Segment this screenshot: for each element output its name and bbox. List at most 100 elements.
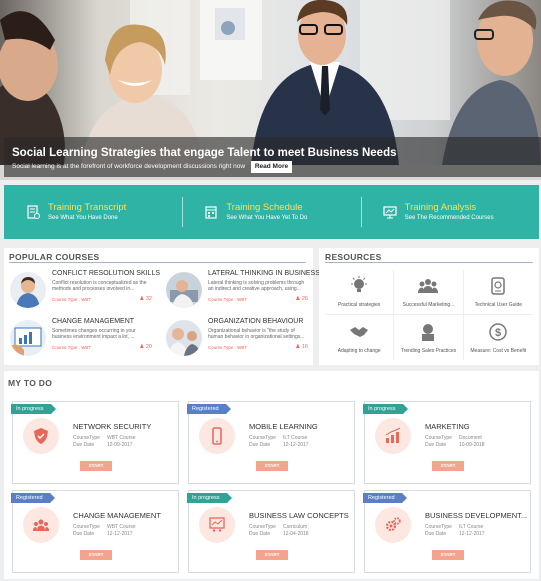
resource-item[interactable]: $ Measure: Cost vs Benefit: [464, 315, 533, 360]
due-date-label: Due Date: [73, 442, 95, 448]
status-badge: Registered: [187, 404, 231, 414]
due-date-value: 12-04-2018: [283, 531, 309, 537]
start-button[interactable]: START: [256, 550, 288, 560]
card-icon-circle: [23, 418, 59, 454]
training-transcript-link[interactable]: Training Transcript See What You Have Do…: [4, 185, 182, 239]
course-description: Lateral thinking is solving problems thr…: [208, 280, 305, 292]
start-button[interactable]: START: [80, 550, 112, 560]
due-date-value: 12-12-2017: [107, 531, 133, 537]
resource-item[interactable]: Trending Sales Practices: [394, 315, 464, 360]
resource-label: Technical User Guide: [474, 302, 523, 308]
resources-panel: RESOURCES Practical strategies Successfu…: [319, 248, 539, 365]
presenter-icon: [422, 323, 435, 341]
card-icon-circle: [375, 418, 411, 454]
status-badge: Registered: [11, 493, 55, 503]
due-date-value: 10-09-2018: [459, 442, 485, 448]
course-name: ORGANIZATION BEHAVIOUR: [208, 318, 304, 325]
enrollment-count: ♟ 32: [139, 296, 152, 302]
card-icon-circle: [23, 507, 59, 543]
handshake-icon: [350, 326, 369, 337]
dollar-icon: $: [489, 322, 508, 341]
start-button[interactable]: START: [256, 461, 288, 471]
course-type: Course Type : WBT: [208, 297, 248, 302]
start-button[interactable]: START: [432, 461, 464, 471]
hero-subtitle-text: Social learning is at the forefront of w…: [12, 163, 246, 170]
todo-card[interactable]: In progress BUSINESS LAW CONCEPTS Course…: [187, 490, 355, 573]
presentation-icon: [209, 517, 225, 532]
chart-icon: [385, 427, 401, 443]
resource-label: Adapting to change: [337, 347, 381, 354]
resource-item[interactable]: Practical strategies: [325, 270, 395, 315]
course-type-value: WBT Course: [107, 435, 136, 441]
start-button[interactable]: START: [432, 550, 464, 560]
card-title: BUSINESS DEVELOPMENT...: [425, 511, 528, 520]
course-type-label: CourseType: [73, 435, 100, 441]
status-badge: Registered: [363, 493, 407, 503]
hero-banner[interactable]: Social Learning Strategies that engage T…: [0, 0, 541, 180]
enrollment-count-value: 32: [145, 296, 152, 302]
course-type-label: CourseType: [249, 524, 276, 530]
course-name: CHANGE MANAGEMENT: [52, 318, 135, 325]
section-title: MY TO DO: [8, 378, 53, 388]
course-description: Conflict resolution is conceptualized as…: [52, 280, 147, 292]
card-icon-circle: [375, 507, 411, 543]
course-type-value: ILT Course: [283, 435, 308, 441]
course-name: LATERAL THINKING IN BUSINESS: [208, 270, 320, 277]
todo-card[interactable]: Registered CHANGE MANAGEMENT CourseType W…: [11, 490, 179, 573]
course-item[interactable]: LATERAL THINKING IN BUSINESS Lateral thi…: [166, 270, 320, 312]
card-meta: CourseType WBT Course Due Date 12-12-2017: [73, 524, 136, 538]
read-more-button[interactable]: Read More: [250, 161, 293, 173]
section-title: POPULAR COURSES: [9, 252, 100, 262]
course-type-value: ILT Course: [459, 524, 484, 530]
resource-item[interactable]: Technical User Guide: [463, 270, 533, 315]
transcript-icon: [27, 205, 40, 219]
svg-text:$: $: [495, 327, 501, 339]
quick-link-subtitle: See What You Have Yet To Do: [226, 214, 308, 221]
section-title: RESOURCES: [325, 252, 382, 262]
hero-caption: Social Learning Strategies that engage T…: [4, 137, 541, 177]
due-date-label: Due Date: [249, 442, 271, 448]
todo-card[interactable]: Registered BUSINESS DEVELOPMENT... Cours…: [363, 490, 531, 573]
card-title: CHANGE MANAGEMENT: [73, 511, 161, 520]
course-item[interactable]: ORGANIZATION BEHAVIOUR Organizational be…: [166, 318, 316, 360]
todo-card[interactable]: Registered MOBILE LEARNING CourseType ILT…: [187, 401, 355, 484]
due-date-value: 12-12-2017: [283, 442, 309, 448]
course-thumbnail: [10, 272, 46, 308]
status-badge: In progress: [363, 404, 407, 414]
course-item[interactable]: CONFLICT RESOLUTION SKILLS Conflict reso…: [10, 270, 160, 312]
training-schedule-link[interactable]: Training Schedule See What You Have Yet …: [182, 185, 360, 239]
popular-courses-panel: POPULAR COURSES CONFLICT RESOLUTION SKIL…: [4, 248, 320, 365]
lightbulb-icon: [351, 276, 368, 292]
card-title: MOBILE LEARNING: [249, 422, 318, 431]
todo-card[interactable]: In progress MARKETING CourseType Document…: [363, 401, 531, 484]
course-type-value: WBT Course: [107, 524, 136, 530]
card-title: BUSINESS LAW CONCEPTS: [249, 511, 349, 520]
card-meta: CourseType ILT Course Due Date 12-12-2017: [425, 524, 485, 538]
team-icon: [33, 519, 49, 531]
resource-item[interactable]: Adapting to change: [325, 315, 395, 360]
quick-link-title: Training Analysis: [404, 201, 477, 213]
enrollment-count: ♟ 26: [295, 296, 308, 302]
course-thumbnail: [166, 272, 202, 308]
resource-item[interactable]: Successful Marketing...: [394, 270, 464, 315]
resources-grid: Practical strategies Successful Marketin…: [325, 270, 533, 360]
quick-link-subtitle: See The Recommended Courses: [404, 214, 494, 221]
due-date-label: Due Date: [249, 531, 271, 537]
user-icon: ♟: [295, 296, 301, 302]
todo-card[interactable]: In progress NETWORK SECURITY CourseType W…: [11, 401, 179, 484]
start-button[interactable]: START: [80, 461, 112, 471]
resource-label: Practical strategies: [338, 302, 381, 308]
course-name: CONFLICT RESOLUTION SKILLS: [52, 270, 161, 277]
due-date-label: Due Date: [425, 531, 447, 537]
analysis-icon: [383, 206, 397, 219]
resource-label: Trending Sales Practices: [400, 347, 457, 354]
course-type: Course Type : WBT: [208, 345, 248, 350]
card-meta: CourseType ILT Course Due Date 12-12-2017: [249, 435, 309, 449]
training-analysis-link[interactable]: Training Analysis See The Recommended Co…: [360, 185, 539, 239]
hero-subtitle: Social learning is at the forefront of w…: [12, 161, 533, 173]
status-badge: In progress: [187, 493, 231, 503]
course-item[interactable]: CHANGE MANAGEMENT Sometimes changes occu…: [10, 318, 160, 360]
card-icon-circle: [199, 507, 235, 543]
course-type-label: CourseType: [425, 524, 452, 530]
card-title: NETWORK SECURITY: [73, 422, 152, 431]
